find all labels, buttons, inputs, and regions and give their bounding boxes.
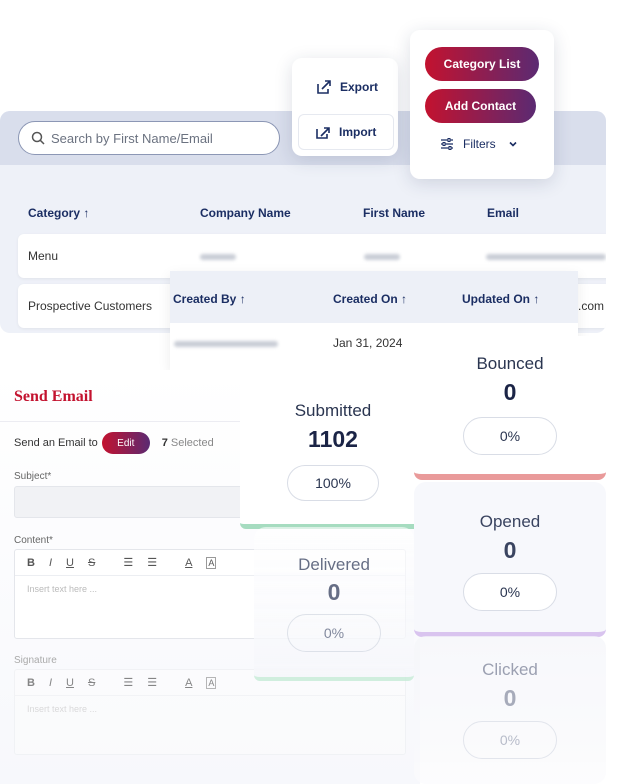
bounced-value: 0	[503, 379, 517, 405]
actions-menu: Category List Add Contact Filters	[410, 30, 554, 179]
opened-value: 0	[503, 537, 517, 563]
underline-button[interactable]: U	[66, 557, 74, 569]
delivered-title: Delivered	[298, 555, 370, 574]
bold-button[interactable]: B	[27, 677, 35, 689]
bold-button[interactable]: B	[27, 557, 35, 569]
submitted-card: Submitted 1102 100%	[240, 372, 426, 529]
clicked-percent: 0%	[463, 721, 557, 759]
category-list-button[interactable]: Category List	[425, 47, 539, 81]
send-email-title: Send Email	[14, 388, 93, 405]
category-cell: Prospective Customers	[28, 299, 153, 313]
blurred-email	[486, 254, 606, 260]
bounced-title: Bounced	[476, 354, 544, 373]
strikethrough-button[interactable]: S	[88, 557, 95, 569]
col-email[interactable]: Email	[487, 206, 519, 220]
highlight-icon[interactable]: A	[206, 676, 217, 689]
delivered-value: 0	[327, 579, 341, 605]
submitted-value: 1102	[308, 426, 358, 452]
col-created-on[interactable]: Created On ↑	[333, 292, 407, 306]
import-icon	[316, 127, 330, 139]
filters-label: Filters	[463, 137, 496, 151]
import-button[interactable]: Import	[298, 114, 394, 150]
underline-button[interactable]: U	[66, 677, 74, 689]
category-cell: Menu	[28, 249, 59, 263]
delivered-card: Delivered 0 0%	[254, 527, 414, 681]
italic-button[interactable]: I	[49, 677, 52, 689]
bullet-list-icon[interactable]: ☰	[147, 676, 157, 689]
send-to-label: Send an Email to	[14, 437, 98, 449]
col-category[interactable]: Category ↑	[28, 206, 89, 220]
opened-percent: 0%	[463, 573, 557, 611]
submitted-title: Submitted	[294, 401, 372, 420]
highlight-icon[interactable]: A	[206, 556, 217, 569]
edit-recipients-button[interactable]: Edit	[101, 432, 150, 454]
search-input[interactable]: Search by First Name/Email	[18, 121, 280, 155]
content-label: Content*	[14, 535, 53, 546]
text-color-icon[interactable]: A	[185, 557, 192, 569]
blurred-company	[200, 254, 236, 260]
text-color-icon[interactable]: A	[185, 677, 192, 689]
opened-title: Opened	[479, 512, 541, 531]
ordered-list-icon[interactable]: ☰	[123, 556, 133, 569]
selected-count: 7	[161, 437, 168, 449]
sliders-icon	[441, 138, 453, 150]
bounced-percent: 0%	[463, 417, 557, 455]
bullet-list-icon[interactable]: ☰	[147, 556, 157, 569]
submitted-percent: 100%	[287, 465, 379, 501]
blurred-creator	[174, 341, 278, 347]
signature-placeholder: Insert text here ...	[27, 704, 98, 714]
selected-label: Selected	[170, 437, 214, 449]
chevron-down-icon	[509, 141, 517, 147]
clicked-title: Clicked	[482, 660, 538, 679]
ordered-list-icon[interactable]: ☰	[123, 676, 133, 689]
italic-button[interactable]: I	[49, 557, 52, 569]
dates-table-header: Created By ↑ Created On ↑ Updated On ↑	[170, 271, 578, 323]
col-company-name[interactable]: Company Name	[200, 206, 291, 220]
email-cell: .com	[578, 299, 605, 313]
bounced-card: Bounced 0 0%	[414, 336, 606, 480]
export-button[interactable]: Export	[298, 70, 392, 104]
add-contact-button[interactable]: Add Contact	[425, 89, 536, 123]
col-updated-on[interactable]: Updated On ↑	[462, 292, 539, 306]
filters-button[interactable]: Filters	[440, 137, 518, 151]
signature-editor[interactable]: B I U S ☰ ☰ A A Insert text here ...	[14, 669, 406, 755]
search-placeholder: Search by First Name/Email	[51, 130, 213, 146]
strikethrough-button[interactable]: S	[88, 677, 95, 689]
subject-label: Subject*	[14, 471, 52, 482]
col-first-name[interactable]: First Name	[363, 206, 425, 220]
export-icon	[317, 80, 331, 94]
clicked-card: Clicked 0 0%	[414, 636, 606, 784]
created-on-cell: Jan 31, 2024	[333, 336, 403, 350]
search-icon	[31, 131, 45, 145]
delivered-percent: 0%	[287, 614, 381, 652]
export-label: Export	[340, 80, 379, 94]
signature-label: Signature	[14, 655, 57, 666]
import-label: Import	[339, 125, 377, 139]
recipients-row: Send an Email to Edit 7 Selected	[14, 432, 214, 454]
col-created-by[interactable]: Created By ↑	[173, 292, 246, 306]
blurred-first-name	[364, 254, 400, 260]
opened-card: Opened 0 0%	[414, 482, 606, 637]
clicked-value: 0	[503, 685, 517, 711]
export-import-menu: Export Import	[292, 58, 398, 156]
